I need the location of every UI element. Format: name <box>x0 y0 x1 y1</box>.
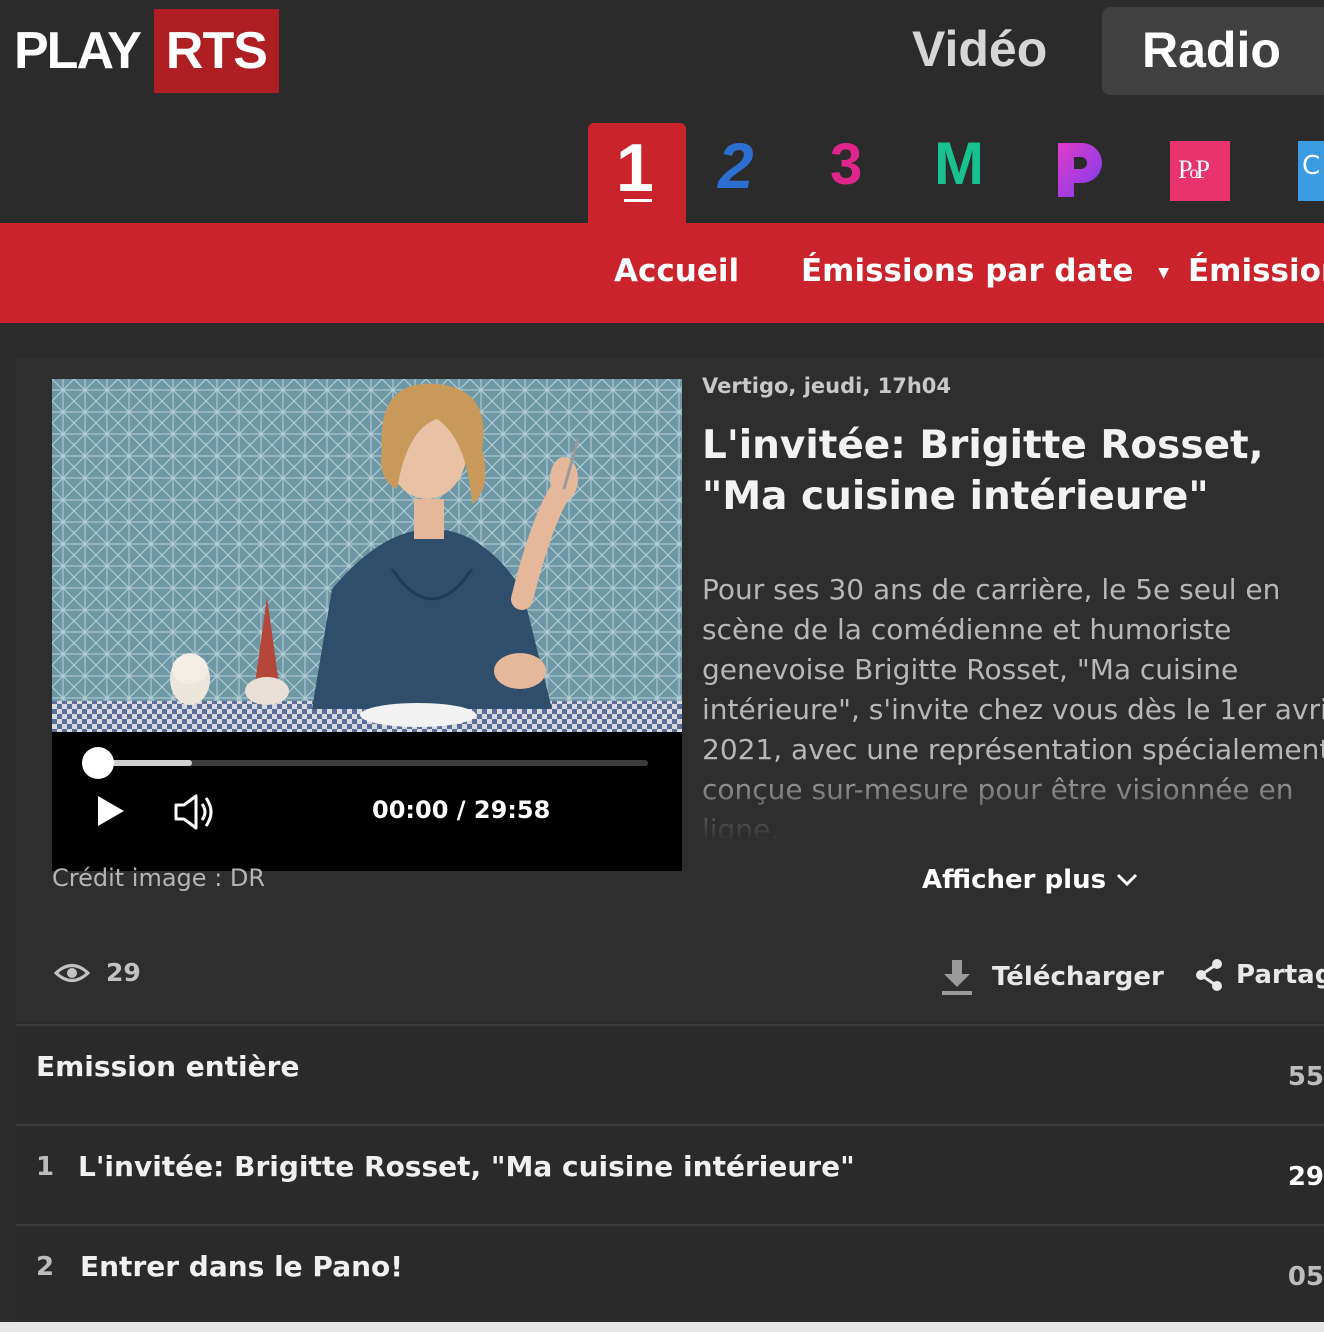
nav-emissions[interactable]: Émissions <box>1188 253 1324 289</box>
logo-play-text: PLAY <box>14 22 142 80</box>
couleur3-logo-icon: C <box>1298 141 1324 201</box>
podcast-p-icon <box>1058 143 1102 197</box>
play-rts-logo[interactable]: PLAY RTS <box>14 9 279 93</box>
segment-number: 2 <box>36 1252 55 1282</box>
episode-image <box>52 379 682 732</box>
segment-row-1[interactable]: 1 L'invitée: Brigitte Rosset, "Ma cuisin… <box>16 1124 1324 1224</box>
play-icon[interactable] <box>96 794 126 828</box>
segment-row-full[interactable]: Emission entière 55 <box>16 1024 1324 1124</box>
download-button[interactable]: Télécharger <box>940 958 1164 996</box>
share-button[interactable]: Partager <box>1194 958 1324 992</box>
episode-datetime: , jeudi, 17h04 <box>788 374 952 398</box>
mode-radio-link[interactable]: Radio <box>1102 7 1324 95</box>
eye-icon <box>54 963 90 982</box>
chevron-down-icon <box>1117 873 1138 887</box>
segment-duration: 55 <box>1287 1062 1324 1092</box>
segment-duration: 29 <box>1287 1162 1324 1192</box>
segment-duration: 05 <box>1287 1262 1324 1292</box>
channel-tab-couleur-3[interactable]: 3 <box>826 123 886 223</box>
mode-video-link[interactable]: Vidéo <box>912 20 1047 78</box>
share-label: Partager <box>1236 960 1324 990</box>
audio-player[interactable]: 00:00 / 29:58 <box>52 379 682 871</box>
view-count: 29 <box>54 958 141 987</box>
segment-label: Emission entière <box>36 1050 300 1083</box>
segment-label: L'invitée: Brigitte Rosset, "Ma cuisine … <box>78 1150 855 1183</box>
show-link[interactable]: Vertigo <box>702 374 788 398</box>
pop-logo-icon: PoP <box>1170 141 1230 201</box>
channel-tab-podcasts[interactable] <box>1050 123 1110 223</box>
channel-tab-la-1ere[interactable]: 1 <box>588 123 686 223</box>
image-credit: Crédit image : DR <box>52 864 266 892</box>
episode-title: L'invitée: Brigitte Rosset, "Ma cuisine … <box>702 423 1264 519</box>
caret-down-icon: ▼ <box>1158 264 1169 281</box>
channel-2-label: 2 <box>718 130 754 202</box>
page-bottom-edge <box>0 1322 1324 1332</box>
player-controls: 00:00 / 29:58 <box>52 732 682 871</box>
logo-rts-text: RTS <box>153 9 279 93</box>
segment-row-2[interactable]: 2 Entrer dans le Pano! 05 <box>16 1224 1324 1324</box>
playback-time: 00:00 / 29:58 <box>372 796 551 824</box>
view-count-value: 29 <box>106 958 141 987</box>
episode-description: Pour ses 30 ans de carrière, le 5e seul … <box>702 573 1324 842</box>
segment-number: 1 <box>36 1152 55 1182</box>
show-more-label: Afficher plus <box>922 865 1107 895</box>
channel-1-label: 1 <box>616 130 654 206</box>
nav-accueil[interactable]: Accueil <box>614 253 739 289</box>
download-icon <box>942 960 972 995</box>
nav-emissions-par-date-label: Émissions par date <box>801 253 1134 289</box>
episode-meta: Vertigo, jeudi, 17h04 <box>702 374 951 398</box>
segment-label: Entrer dans le Pano! <box>80 1250 404 1283</box>
channel-tab-couleur-3-live[interactable]: C <box>1298 123 1324 223</box>
channel-3-label: 3 <box>830 132 863 197</box>
channel-tab-espace-2[interactable]: 2 <box>716 123 776 223</box>
seek-handle[interactable] <box>82 747 114 779</box>
section-nav-bar: Accueil Émissions par date ▼ Émissions <box>0 223 1324 323</box>
episode-card: 00:00 / 29:58 Crédit image : DR 29 Verti… <box>16 358 1324 1022</box>
download-label: Télécharger <box>992 962 1164 992</box>
channel-tab-pop[interactable]: PoP <box>1170 123 1230 223</box>
top-header: PLAY RTS Vidéo Radio 1 2 3 M PoP C <box>0 0 1324 223</box>
nav-emissions-par-date[interactable]: Émissions par date ▼ <box>801 253 1169 289</box>
seek-bar[interactable] <box>98 760 648 766</box>
channel-m-label: M <box>934 130 984 197</box>
mode-radio-label: Radio <box>1142 22 1281 78</box>
share-icon <box>1196 959 1222 991</box>
channel-tab-option-musique[interactable]: M <box>930 123 1000 223</box>
show-more-button[interactable]: Afficher plus <box>922 865 1138 895</box>
volume-icon[interactable] <box>172 792 216 832</box>
